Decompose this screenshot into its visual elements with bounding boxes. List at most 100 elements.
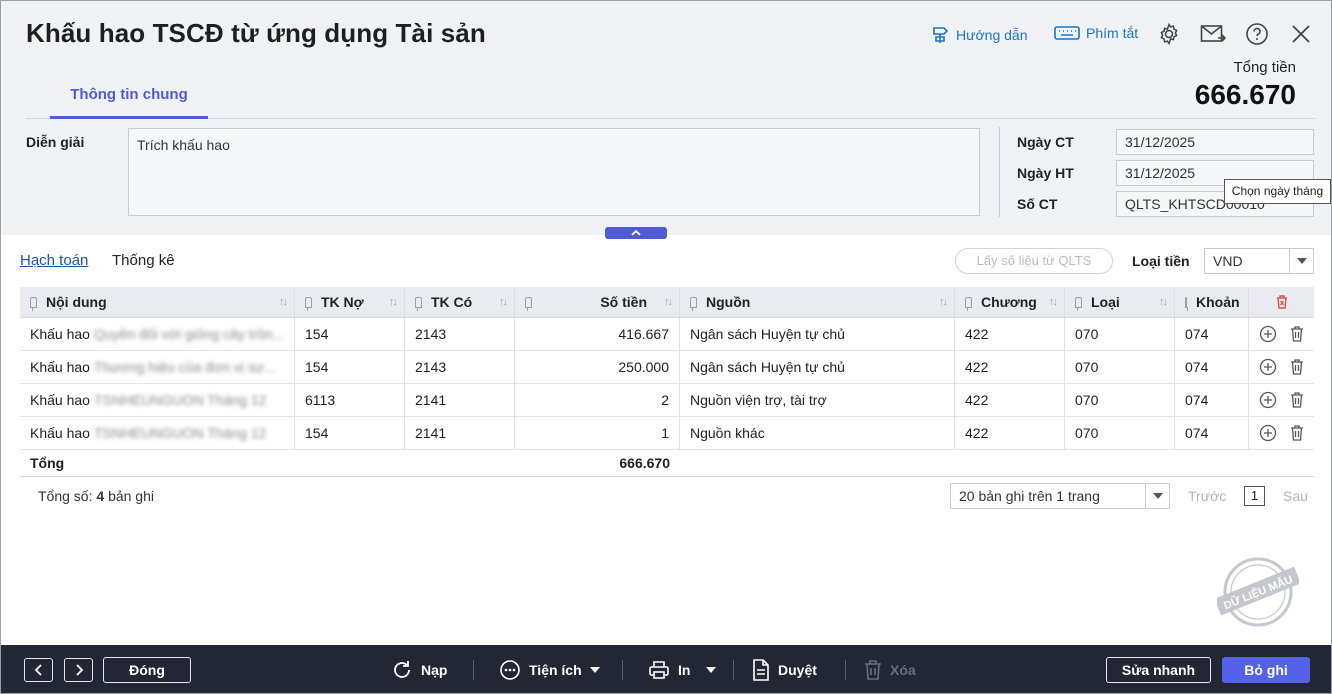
cell-chapter: 422 xyxy=(955,417,1065,449)
tab-statistics[interactable]: Thống kê xyxy=(112,252,175,269)
col-amount[interactable]: Số tiền ↑↓ xyxy=(515,287,680,317)
total-row-amount: 666.670 xyxy=(619,455,670,471)
mail-button[interactable] xyxy=(1200,21,1226,47)
print-label: In xyxy=(678,662,691,678)
sort-icon: ↑↓ xyxy=(664,296,673,308)
document-icon xyxy=(753,659,769,681)
utilities-label: Tiện ích xyxy=(529,662,582,678)
approve-button[interactable]: Duyệt xyxy=(752,658,817,682)
col-item-label: Khoản xyxy=(1196,294,1240,310)
utilities-menu-button[interactable]: Tiện ích xyxy=(499,658,600,682)
next-page-button[interactable]: Sau xyxy=(1283,488,1308,504)
fetch-data-button[interactable]: Lấy số liệu từ QLTS xyxy=(955,248,1113,274)
table-row[interactable]: Khấu hao TSNHEUNGUON Tháng 12 154 2141 1 … xyxy=(20,417,1314,450)
sort-icon: ↑↓ xyxy=(389,296,398,308)
trash-icon[interactable] xyxy=(1289,325,1305,343)
footer-divider xyxy=(845,660,846,680)
tab-general-info[interactable]: Thông tin chung xyxy=(50,75,208,119)
cell-type: 070 xyxy=(1065,384,1175,416)
description-label: Diễn giải xyxy=(26,134,85,150)
date-picker-tooltip: Chọn ngày tháng xyxy=(1224,179,1331,204)
cell-content: Khấu hao TSNHEUNGUON Tháng 12 xyxy=(20,384,295,416)
gear-icon xyxy=(1160,22,1178,46)
printer-icon xyxy=(649,661,669,679)
form-tabs: Thông tin chung xyxy=(26,75,1316,119)
sort-icon: ↑↓ xyxy=(279,296,288,308)
tab-accounting[interactable]: Hạch toán xyxy=(20,252,88,269)
footer-divider xyxy=(733,660,734,680)
unpost-button[interactable]: Bỏ ghi xyxy=(1222,657,1310,683)
prev-page-button[interactable]: Trước xyxy=(1188,488,1226,504)
row-actions xyxy=(1249,384,1314,416)
cell-amount: 1 xyxy=(515,417,680,449)
cell-credit: 2143 xyxy=(405,351,515,383)
record-count-prefix: Tổng số: xyxy=(38,488,93,504)
voucher-date-input[interactable]: 31/12/2025 xyxy=(1116,129,1314,155)
add-row-icon[interactable] xyxy=(1259,391,1277,409)
cell-chapter: 422 xyxy=(955,351,1065,383)
col-item[interactable]: Khoản xyxy=(1175,287,1249,317)
guide-link[interactable]: Hướng dẫn xyxy=(930,25,1027,45)
cell-debit: 154 xyxy=(295,318,405,350)
chevron-down-icon xyxy=(1145,484,1169,508)
collapse-header-button[interactable] xyxy=(605,227,667,239)
close-window-button[interactable] xyxy=(1288,21,1314,47)
trash-icon[interactable] xyxy=(1289,424,1305,442)
quick-edit-button[interactable]: Sửa nhanh xyxy=(1106,657,1211,683)
posting-date-label: Ngày HT xyxy=(1017,165,1074,181)
add-row-icon[interactable] xyxy=(1259,424,1277,442)
cell-content: Khấu hao Thương hiệu của đơn vị sự... xyxy=(20,351,295,383)
add-row-icon[interactable] xyxy=(1259,325,1277,343)
sample-data-stamp: DỮ LIỆU MẪU xyxy=(1217,557,1299,627)
help-button[interactable] xyxy=(1244,21,1270,47)
trash-icon[interactable] xyxy=(1289,358,1305,376)
col-source[interactable]: Nguồn ↑↓ xyxy=(680,287,955,317)
cell-amount: 250.000 xyxy=(515,351,680,383)
chevron-left-icon xyxy=(34,664,42,676)
print-menu-button[interactable]: In xyxy=(648,658,717,682)
cell-item: 074 xyxy=(1175,351,1249,383)
close-button[interactable]: Đóng xyxy=(103,657,191,683)
settings-button[interactable] xyxy=(1156,21,1182,47)
cell-credit: 2143 xyxy=(405,318,515,350)
delete-all-rows-button[interactable] xyxy=(1249,287,1314,317)
trash-icon xyxy=(865,660,881,680)
cell-chapter: 422 xyxy=(955,318,1065,350)
cell-debit: 154 xyxy=(295,417,405,449)
description-input[interactable]: Trích khấu hao xyxy=(128,128,980,216)
col-type[interactable]: Loại ↑↓ xyxy=(1065,287,1175,317)
page-size-select[interactable]: 20 bản ghi trên 1 trang xyxy=(950,483,1170,509)
delete-button[interactable]: Xóa xyxy=(864,658,916,682)
trash-icon[interactable] xyxy=(1289,391,1305,409)
currency-value: VND xyxy=(1213,253,1243,269)
record-count: Tổng số: 4 bản ghi xyxy=(38,488,154,504)
cell-source: Nguồn viện trợ, tài trợ xyxy=(680,384,955,416)
currency-select[interactable]: VND xyxy=(1204,248,1314,274)
col-chapter-label: Chương xyxy=(981,294,1037,310)
delete-label: Xóa xyxy=(890,662,916,678)
reload-button[interactable]: Nạp xyxy=(391,658,447,682)
shortcut-link[interactable]: Phím tắt xyxy=(1054,25,1138,41)
table-row[interactable]: Khấu hao Quyền đối với giống cây trồn... … xyxy=(20,318,1314,351)
previous-record-button[interactable] xyxy=(24,658,53,682)
cell-type: 070 xyxy=(1065,351,1175,383)
grid-header: Nội dung ↑↓ TK Nợ ↑↓ TK Có ↑↓ Số tiền ↑↓ Ngu… xyxy=(20,287,1314,318)
next-record-button[interactable] xyxy=(64,658,93,682)
table-row[interactable]: Khấu hao TSNHEUNGUON Tháng 12 6113 2141 2… xyxy=(20,384,1314,417)
pin-icon xyxy=(965,296,972,311)
col-chapter[interactable]: Chương ↑↓ xyxy=(955,287,1065,317)
add-row-icon[interactable] xyxy=(1259,358,1277,376)
table-row[interactable]: Khấu hao Thương hiệu của đơn vị sự... 154… xyxy=(20,351,1314,384)
current-page[interactable]: 1 xyxy=(1244,486,1265,506)
col-credit[interactable]: TK Có ↑↓ xyxy=(405,287,515,317)
cell-chapter: 422 xyxy=(955,384,1065,416)
keyboard-icon xyxy=(1054,26,1080,40)
signpost-icon xyxy=(933,27,949,43)
col-debit[interactable]: TK Nợ ↑↓ xyxy=(295,287,405,317)
pin-icon xyxy=(415,296,422,311)
col-content[interactable]: Nội dung ↑↓ xyxy=(20,287,295,317)
col-amount-label: Số tiền xyxy=(600,294,647,310)
chevron-down-icon xyxy=(1289,249,1313,273)
pin-icon xyxy=(30,296,37,311)
cell-item: 074 xyxy=(1175,318,1249,350)
